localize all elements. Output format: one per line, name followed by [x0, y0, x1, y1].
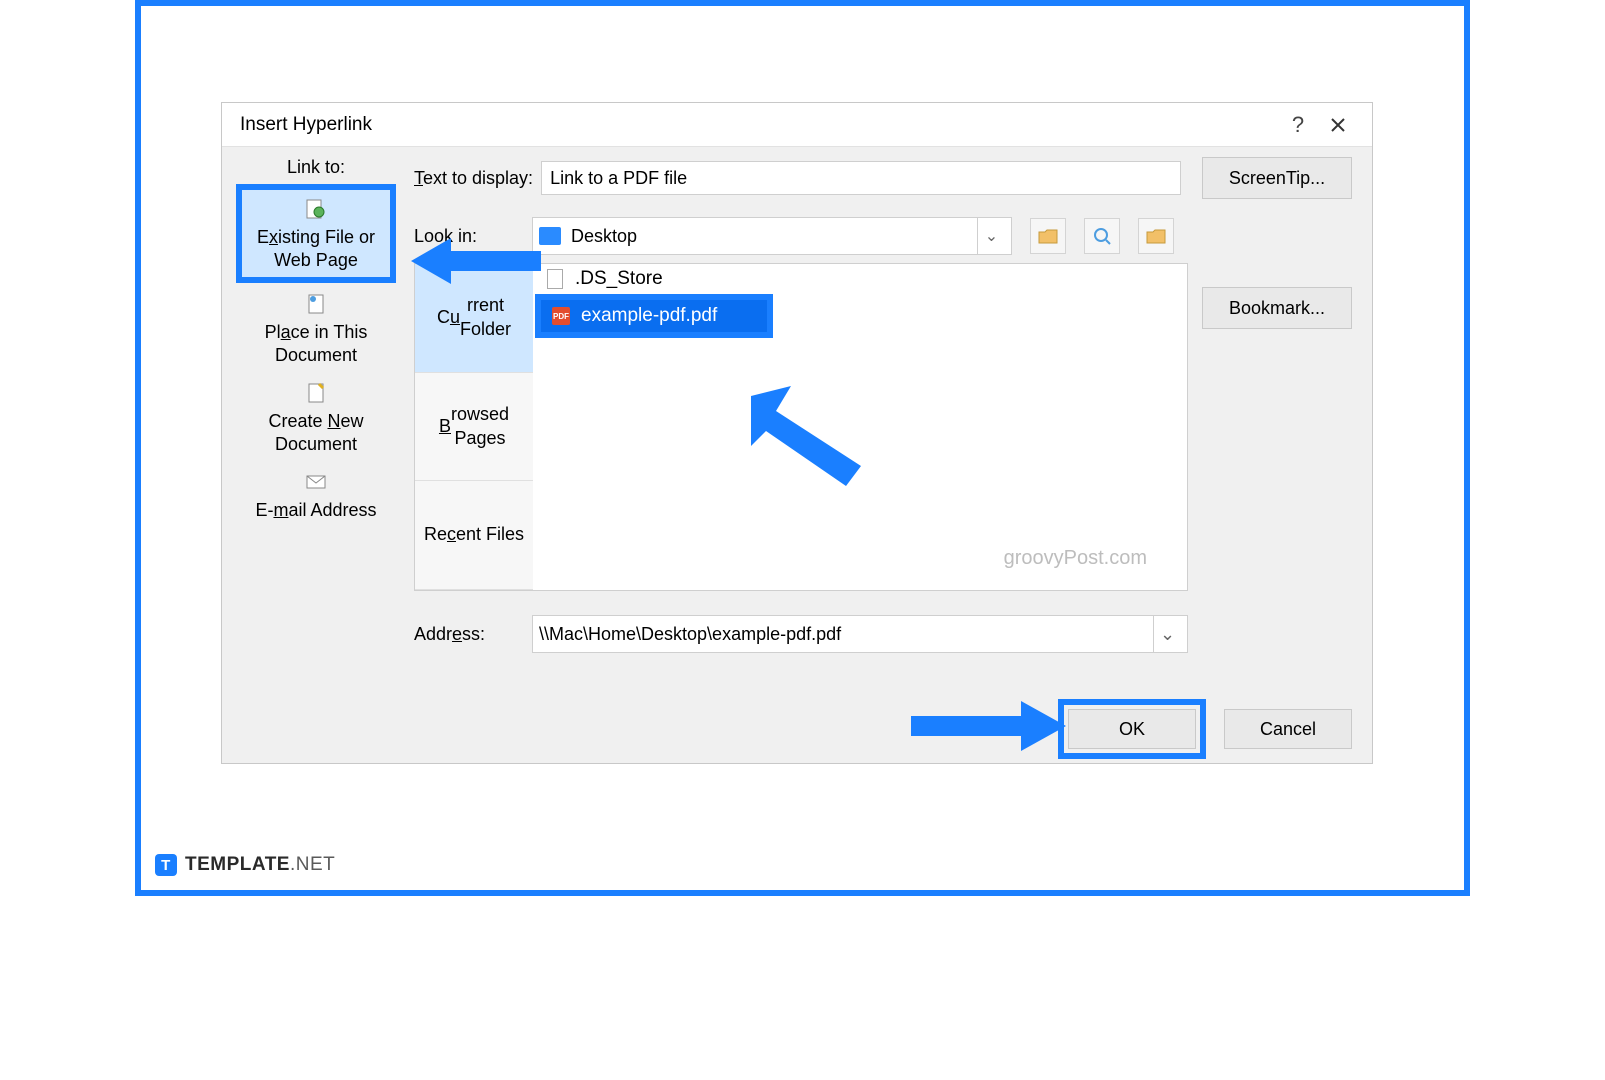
linkto-item-label: E-mail Address	[255, 499, 376, 522]
link-to-panel: Link to: Existing File orWeb Page Place …	[236, 157, 396, 530]
ok-button[interactable]: OK	[1068, 709, 1196, 749]
screentip-button[interactable]: ScreenTip...	[1202, 157, 1352, 199]
ok-highlight: OK	[1058, 699, 1206, 759]
link-to-label: Link to:	[236, 157, 396, 178]
dialog-footer: OK Cancel	[222, 695, 1372, 763]
file-icon	[545, 269, 565, 289]
address-value: \\Mac\Home\Desktop\example-pdf.pdf	[539, 624, 1153, 645]
look-in-label: Look in:	[414, 226, 532, 247]
address-combo[interactable]: \\Mac\Home\Desktop\example-pdf.pdf ⌄	[532, 615, 1188, 653]
web-search-icon	[1092, 226, 1112, 246]
tab-browsed-pages[interactable]: BrowsedPages	[415, 373, 533, 482]
close-icon[interactable]	[1318, 105, 1358, 145]
browse-file-button[interactable]	[1138, 218, 1174, 254]
file-list[interactable]: .DS_Store PDF example-pdf.pdf groovyPost…	[533, 264, 1187, 590]
file-row[interactable]: .DS_Store	[533, 264, 1187, 294]
file-browser: CurrentFolder BrowsedPages Recent Files …	[414, 263, 1188, 591]
insert-hyperlink-dialog: Insert Hyperlink ? Link to: Existing Fil…	[221, 102, 1373, 764]
look-in-value: Desktop	[571, 226, 977, 247]
folder-open-icon	[1146, 227, 1166, 245]
cancel-button[interactable]: Cancel	[1224, 709, 1352, 749]
dialog-title: Insert Hyperlink	[240, 114, 372, 136]
brand-badge-icon: T	[155, 854, 177, 876]
address-row: Address: \\Mac\Home\Desktop\example-pdf.…	[414, 615, 1188, 653]
browse-tabs: CurrentFolder BrowsedPages Recent Files	[415, 264, 533, 590]
watermark-text: groovyPost.com	[1004, 547, 1147, 570]
pdf-icon: PDF	[551, 306, 571, 326]
email-icon	[303, 469, 329, 495]
brand-bold: TEMPLATE	[185, 854, 290, 875]
up-folder-button[interactable]	[1030, 218, 1066, 254]
dialog-titlebar: Insert Hyperlink ?	[222, 103, 1372, 147]
bookmark-button[interactable]: Bookmark...	[1202, 287, 1352, 329]
text-to-display-row: Text to display:	[414, 161, 1181, 195]
tab-recent-files[interactable]: Recent Files	[415, 481, 533, 590]
linkto-item-label: Create NewDocument	[268, 410, 363, 455]
linkto-existing-file[interactable]: Existing File orWeb Page	[236, 184, 396, 283]
brand-watermark: T TEMPLATE.NET	[155, 854, 335, 876]
linkto-create-new[interactable]: Create NewDocument	[236, 374, 396, 461]
brand-rest: .NET	[290, 854, 335, 875]
browse-web-button[interactable]	[1084, 218, 1120, 254]
address-label: Address:	[414, 624, 532, 645]
file-name: .DS_Store	[575, 268, 663, 290]
look-in-combo[interactable]: Desktop ⌄	[532, 217, 1012, 255]
folder-icon	[539, 227, 561, 245]
chevron-down-icon: ⌄	[1153, 616, 1181, 652]
file-row-selected[interactable]: PDF example-pdf.pdf	[539, 298, 769, 334]
text-to-display-input[interactable]	[541, 161, 1181, 195]
help-icon[interactable]: ?	[1278, 105, 1318, 145]
chevron-down-icon: ⌄	[977, 218, 1005, 254]
look-in-row: Look in: Desktop ⌄	[414, 217, 1174, 255]
document-anchor-icon	[303, 291, 329, 317]
linkto-place-in-doc[interactable]: Place in ThisDocument	[236, 285, 396, 372]
linkto-item-label: Existing File orWeb Page	[257, 226, 375, 271]
screenshot-frame: Insert Hyperlink ? Link to: Existing Fil…	[135, 0, 1470, 896]
new-document-icon	[303, 380, 329, 406]
text-to-display-label: Text to display:	[414, 168, 533, 189]
linkto-item-label: Place in ThisDocument	[265, 321, 368, 366]
linkto-email[interactable]: E-mail Address	[236, 463, 396, 528]
folder-up-icon	[1038, 227, 1058, 245]
globe-page-icon	[303, 196, 329, 222]
file-name: example-pdf.pdf	[581, 305, 717, 327]
tab-current-folder[interactable]: CurrentFolder	[415, 264, 533, 373]
